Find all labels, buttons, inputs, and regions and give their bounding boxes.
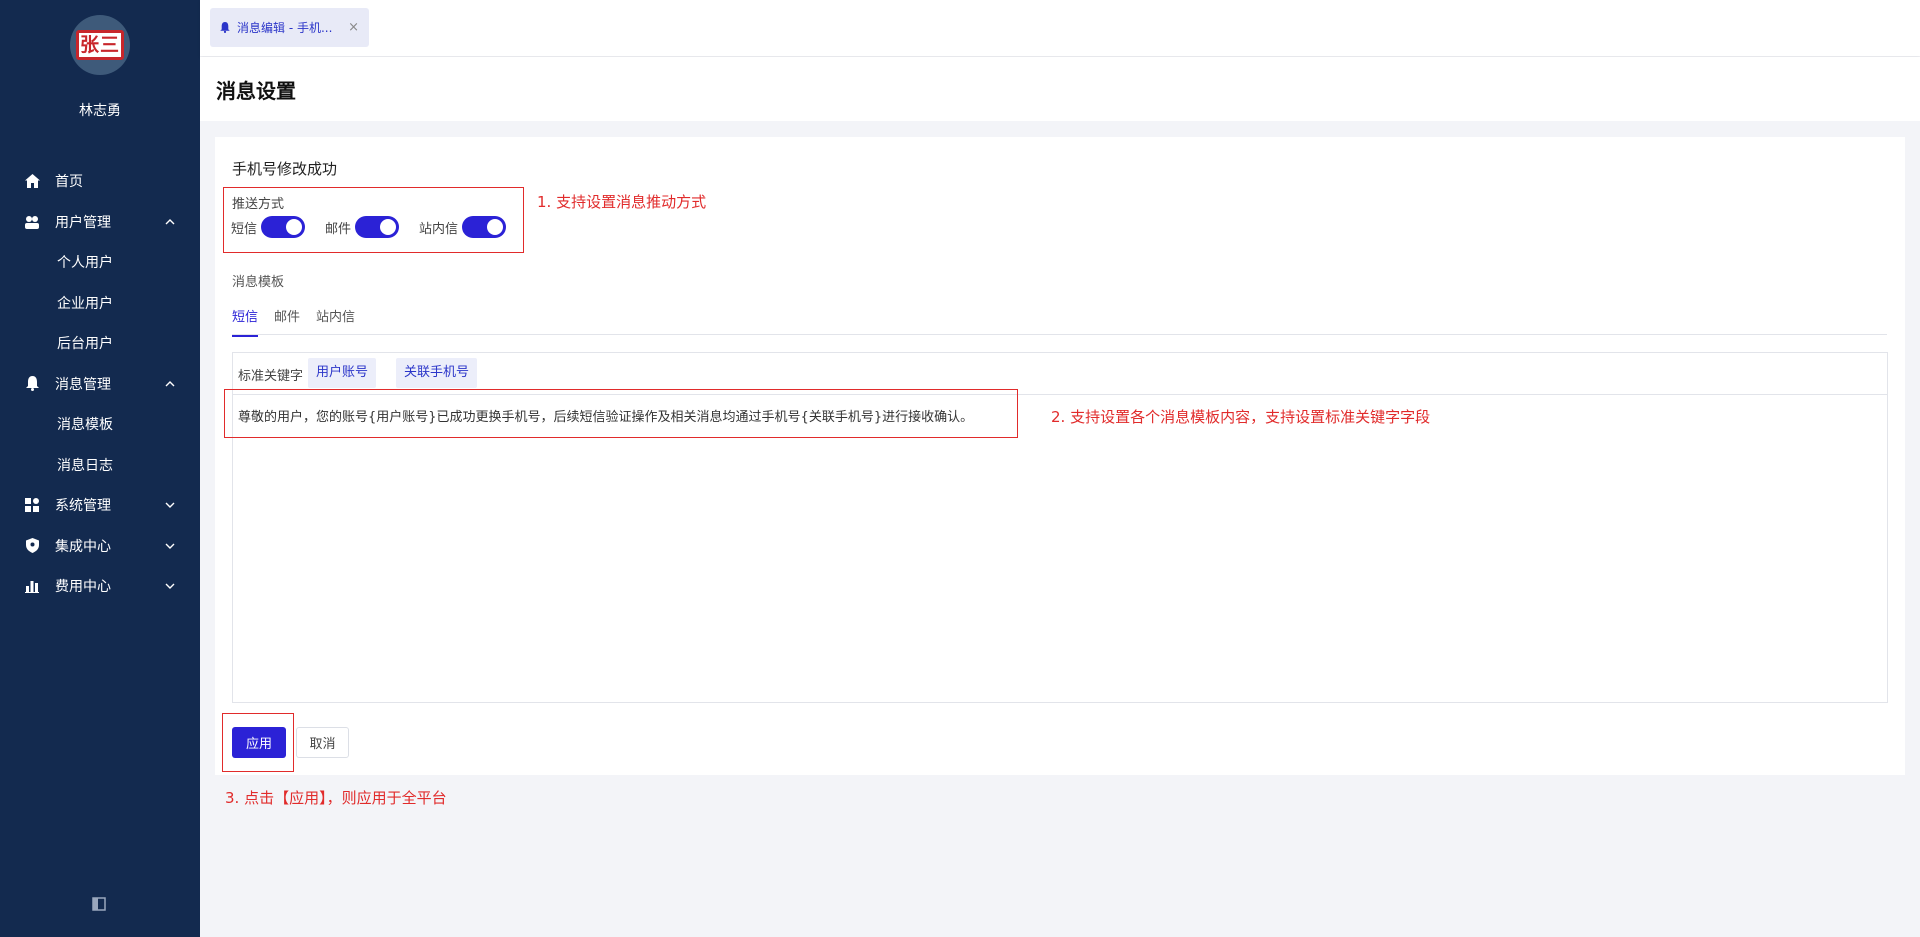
annotation-box-template: [224, 389, 1018, 438]
grid-icon: [24, 497, 40, 513]
sidebar-item-enterprise-users[interactable]: 企业用户: [0, 283, 200, 324]
sidebar-item-label: 用户管理: [55, 214, 111, 231]
bell-icon: [220, 22, 231, 33]
sidebar-item-label: 消息管理: [55, 376, 111, 393]
sidebar-item-label: 消息模板: [57, 417, 113, 434]
section-title: 手机号修改成功: [232, 160, 338, 178]
bell-icon: [24, 376, 40, 392]
page-title: 消息设置: [216, 79, 296, 103]
keywords-label: 标准关键字: [238, 369, 304, 384]
users-icon: [24, 214, 40, 230]
sidebar-item-label: 个人用户: [57, 255, 113, 272]
close-icon[interactable]: ×: [348, 20, 359, 35]
sidebar-item-message-management[interactable]: 消息管理: [0, 364, 200, 405]
chevron-down-icon: [164, 580, 176, 592]
username: 林志勇: [79, 103, 121, 119]
sidebar-item-billing-center[interactable]: 费用中心: [0, 566, 200, 607]
page-tab-label: 消息编辑 - 手机...: [237, 21, 333, 35]
sidebar-item-message-templates[interactable]: 消息模板: [0, 404, 200, 445]
annotation-note-2: 2. 支持设置各个消息模板内容，支持设置标准关键字字段: [1051, 408, 1431, 426]
sidebar-item-admin-users[interactable]: 后台用户: [0, 323, 200, 364]
annotation-note-3: 3. 点击【应用】，则应用于全平台: [225, 789, 447, 807]
sidebar-item-label: 首页: [55, 174, 83, 191]
sidebar-item-home[interactable]: 首页: [0, 161, 200, 202]
avatar[interactable]: 张三: [70, 15, 130, 75]
tab-inbox[interactable]: 站内信: [316, 306, 355, 337]
sidebar-item-label: 集成中心: [55, 538, 111, 555]
sidebar-item-user-management[interactable]: 用户管理: [0, 202, 200, 243]
sidebar-item-label: 系统管理: [55, 498, 111, 515]
tab-bar: 消息编辑 - 手机... ×: [200, 0, 1920, 56]
chevron-up-icon: [164, 378, 176, 390]
sidebar-item-label: 后台用户: [57, 336, 113, 353]
keyword-chip-user-account[interactable]: 用户账号: [308, 358, 377, 388]
sidebar-item-label: 费用中心: [55, 579, 111, 596]
sidebar-item-personal-users[interactable]: 个人用户: [0, 242, 200, 283]
sidebar-item-system-management[interactable]: 系统管理: [0, 485, 200, 526]
sidebar-item-integration-center[interactable]: 集成中心: [0, 526, 200, 567]
collapse-sidebar-icon[interactable]: [92, 896, 108, 912]
chevron-down-icon: [164, 540, 176, 552]
sidebar-item-message-logs[interactable]: 消息日志: [0, 445, 200, 486]
sidebar-item-label: 消息日志: [57, 457, 113, 474]
page-header: 消息设置: [200, 57, 1920, 121]
annotation-note-1: 1. 支持设置消息推动方式: [537, 193, 707, 211]
tabs-divider: [232, 334, 1887, 335]
template-tabs: 短信 邮件 站内信: [232, 306, 371, 337]
cancel-button[interactable]: 取消: [296, 727, 349, 758]
chevron-up-icon: [164, 216, 176, 228]
avatar-stamp: 张三: [76, 30, 124, 60]
shield-icon: [24, 538, 40, 554]
chevron-down-icon: [164, 499, 176, 511]
annotation-box-apply: [222, 713, 294, 772]
keyword-chip-linked-phone[interactable]: 关联手机号: [396, 358, 478, 388]
page-tab-message-edit[interactable]: 消息编辑 - 手机... ×: [210, 8, 369, 47]
bar-chart-icon: [24, 578, 40, 594]
sidebar-item-label: 企业用户: [57, 295, 113, 312]
sidebar: 张三 林志勇 首页 用户管理 个人用户 企业用户 后台用户 消息管理 消息模板 …: [0, 0, 200, 937]
annotation-box-push-method: [223, 187, 524, 253]
tab-sms[interactable]: 短信: [232, 306, 259, 337]
tab-email[interactable]: 邮件: [274, 306, 300, 337]
home-icon: [24, 173, 40, 189]
template-label: 消息模板: [232, 275, 285, 290]
sidebar-nav: 首页 用户管理 个人用户 企业用户 后台用户 消息管理 消息模板 消息日志 系统…: [0, 161, 200, 607]
